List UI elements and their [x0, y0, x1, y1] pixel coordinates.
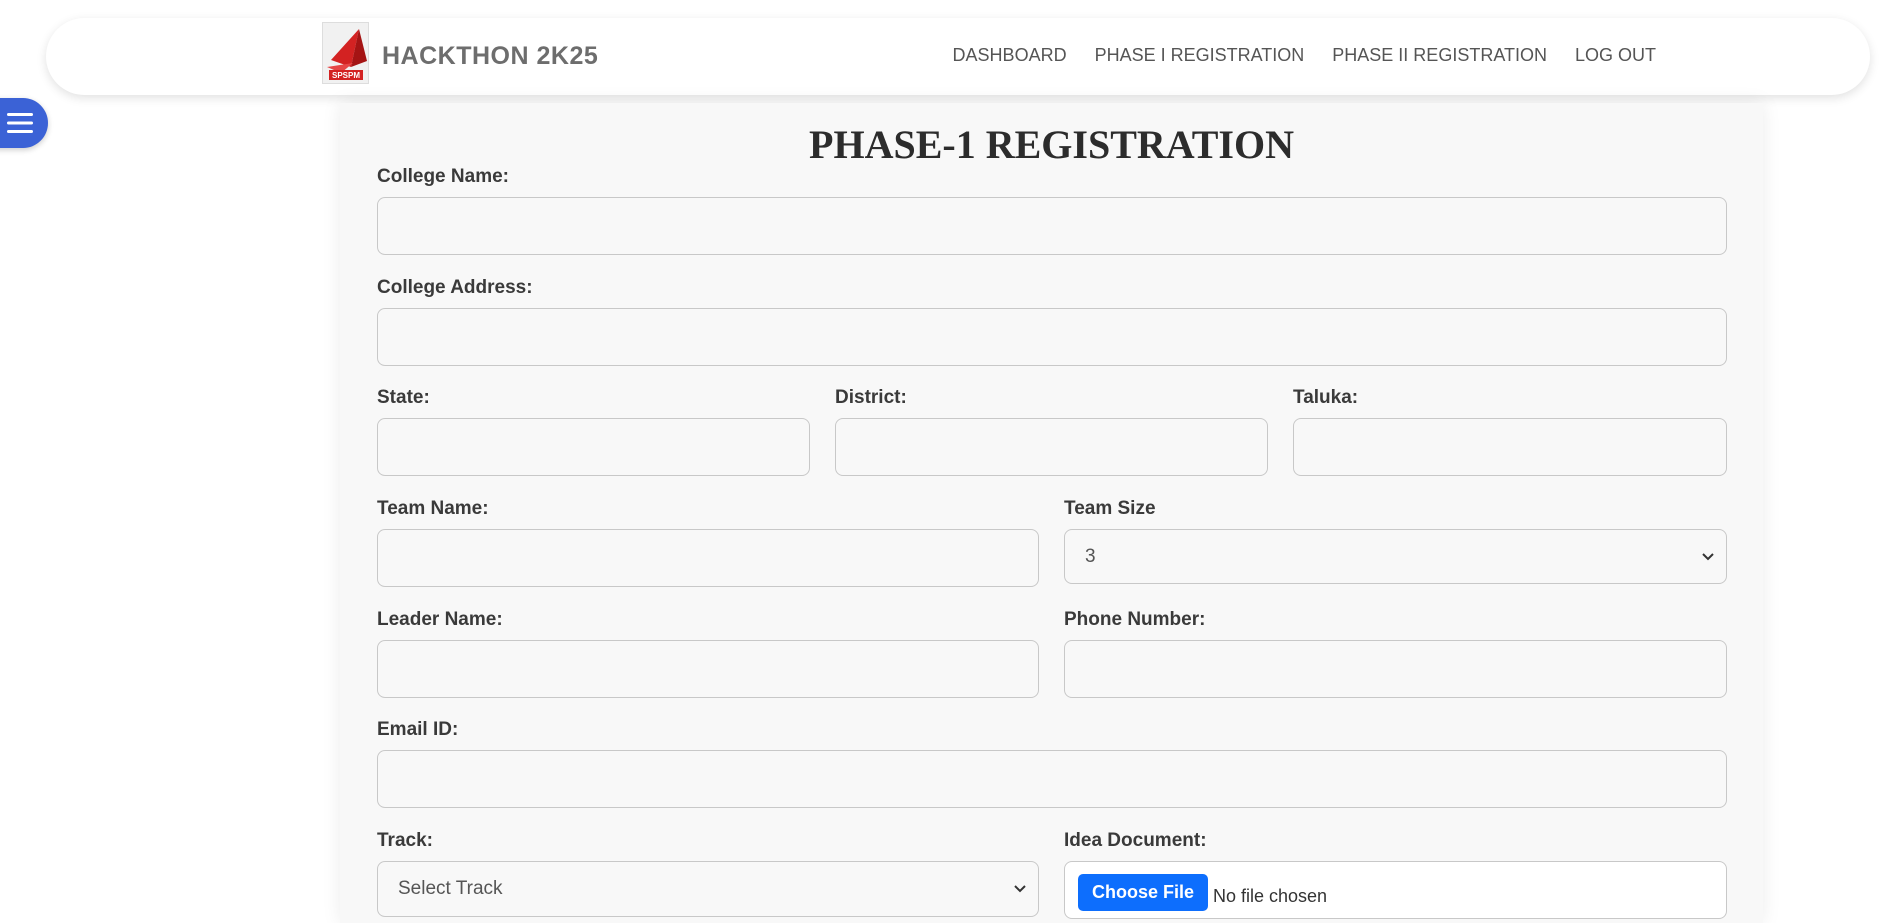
state-input[interactable] [377, 418, 810, 476]
chevron-down-icon [1702, 553, 1714, 561]
nav-links: DASHBOARD PHASE I REGISTRATION PHASE II … [953, 45, 1656, 66]
taluka-label: Taluka: [1293, 387, 1359, 408]
team-name-input[interactable] [377, 529, 1039, 587]
file-status-text: No file chosen [1213, 886, 1328, 906]
chevron-down-icon [1014, 885, 1026, 893]
choose-file-button[interactable]: Choose File [1078, 874, 1209, 911]
leader-name-label: Leader Name: [377, 609, 503, 630]
nav-log-out[interactable]: LOG OUT [1575, 45, 1656, 66]
team-size-value: 3 [1085, 545, 1096, 567]
nav-phase-2-registration[interactable]: PHASE II REGISTRATION [1332, 45, 1547, 66]
college-name-input[interactable] [377, 197, 1727, 255]
logo-graphic: SPSPM [327, 29, 367, 80]
college-address-label: College Address: [377, 277, 533, 298]
team-name-label: Team Name: [377, 498, 489, 519]
email-label: Email ID: [377, 719, 459, 740]
logo[interactable]: SPSPM [322, 22, 369, 84]
phone-number-input[interactable] [1064, 640, 1727, 698]
brand-title[interactable]: HACKTHON 2K25 [382, 42, 598, 71]
top-navbar: SPSPM HACKTHON 2K25 DASHBOARD PHASE I RE… [46, 18, 1870, 95]
track-value: Select Track [398, 878, 503, 899]
email-input[interactable] [377, 750, 1727, 808]
idea-document-label: Idea Document: [1064, 830, 1207, 851]
sidebar-toggle-button[interactable] [0, 98, 48, 148]
hamburger-icon [7, 113, 33, 133]
track-select[interactable]: Select Track [377, 861, 1039, 917]
taluka-input[interactable] [1293, 418, 1727, 476]
district-input[interactable] [835, 418, 1268, 476]
leader-name-input[interactable] [377, 640, 1039, 698]
team-size-select[interactable]: 3 [1064, 529, 1727, 584]
state-label: State: [377, 387, 430, 408]
phone-number-label: Phone Number: [1064, 609, 1206, 630]
team-size-label: Team Size [1064, 498, 1156, 519]
page-title: PHASE-1 REGISTRATION [809, 122, 1294, 167]
track-label: Track: [377, 830, 433, 851]
idea-document-file-input: Choose File No file chosen [1064, 861, 1727, 919]
district-label: District: [835, 387, 907, 408]
registration-form: PHASE-1 REGISTRATION College Name: Colle… [340, 103, 1763, 923]
nav-phase-1-registration[interactable]: PHASE I REGISTRATION [1095, 45, 1305, 66]
college-name-label: College Name: [377, 166, 509, 187]
svg-text:SPSPM: SPSPM [332, 71, 360, 80]
college-address-input[interactable] [377, 308, 1727, 366]
nav-dashboard[interactable]: DASHBOARD [953, 45, 1067, 66]
